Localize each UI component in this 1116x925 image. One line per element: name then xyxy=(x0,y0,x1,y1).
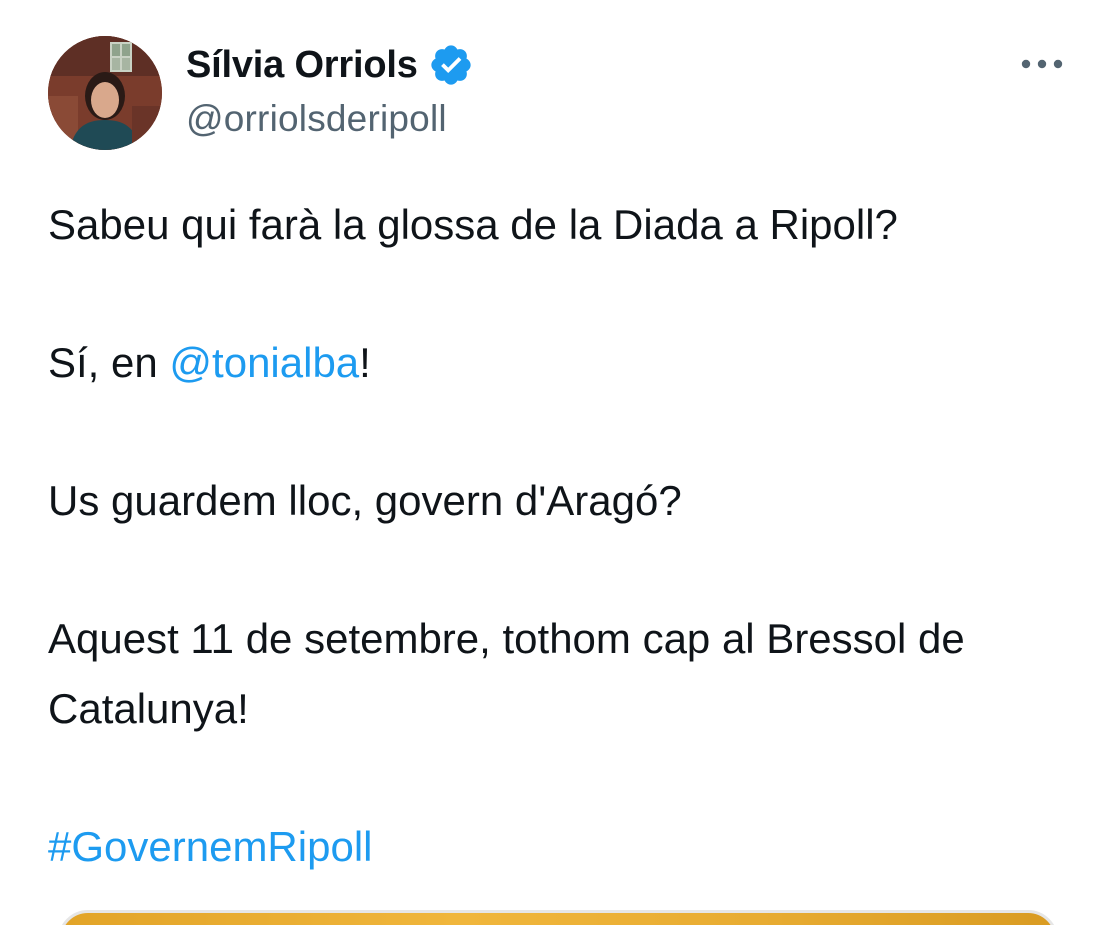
tweet-line: Sabeu qui farà la glossa de la Diada a R… xyxy=(48,201,898,248)
tweet-line: Aquest 11 de setembre, tothom cap al Bre… xyxy=(48,615,965,732)
tweet-text-segment: Sí, en xyxy=(48,339,170,386)
media-attachment[interactable] xyxy=(58,910,1058,925)
tweet-line: Us guardem lloc, govern d'Aragó? xyxy=(48,477,682,524)
avatar-photo xyxy=(48,36,162,150)
more-options-button[interactable] xyxy=(1014,44,1070,84)
author-handle[interactable]: @orriolsderipoll xyxy=(186,98,447,140)
mention-link[interactable]: @tonialba xyxy=(169,339,359,386)
author-name-row: Sílvia Orriols xyxy=(186,40,474,90)
hashtag-link[interactable]: #GovernemRipoll xyxy=(48,823,372,870)
hashtag-line: #GovernemRipoll xyxy=(48,812,1078,882)
tweet-line: Sí, en @tonialba! xyxy=(48,328,1078,398)
author-name[interactable]: Sílvia Orriols xyxy=(186,44,418,87)
tweet-text-segment: ! xyxy=(359,339,371,386)
avatar[interactable] xyxy=(48,36,162,150)
tweet: Sílvia Orriols @orriolsderipoll Sabeu qu… xyxy=(0,0,1116,925)
more-horizontal-icon xyxy=(1021,59,1063,69)
tweet-text: Sabeu qui farà la glossa de la Diada a R… xyxy=(48,190,1078,882)
verified-badge-icon[interactable] xyxy=(428,42,474,88)
